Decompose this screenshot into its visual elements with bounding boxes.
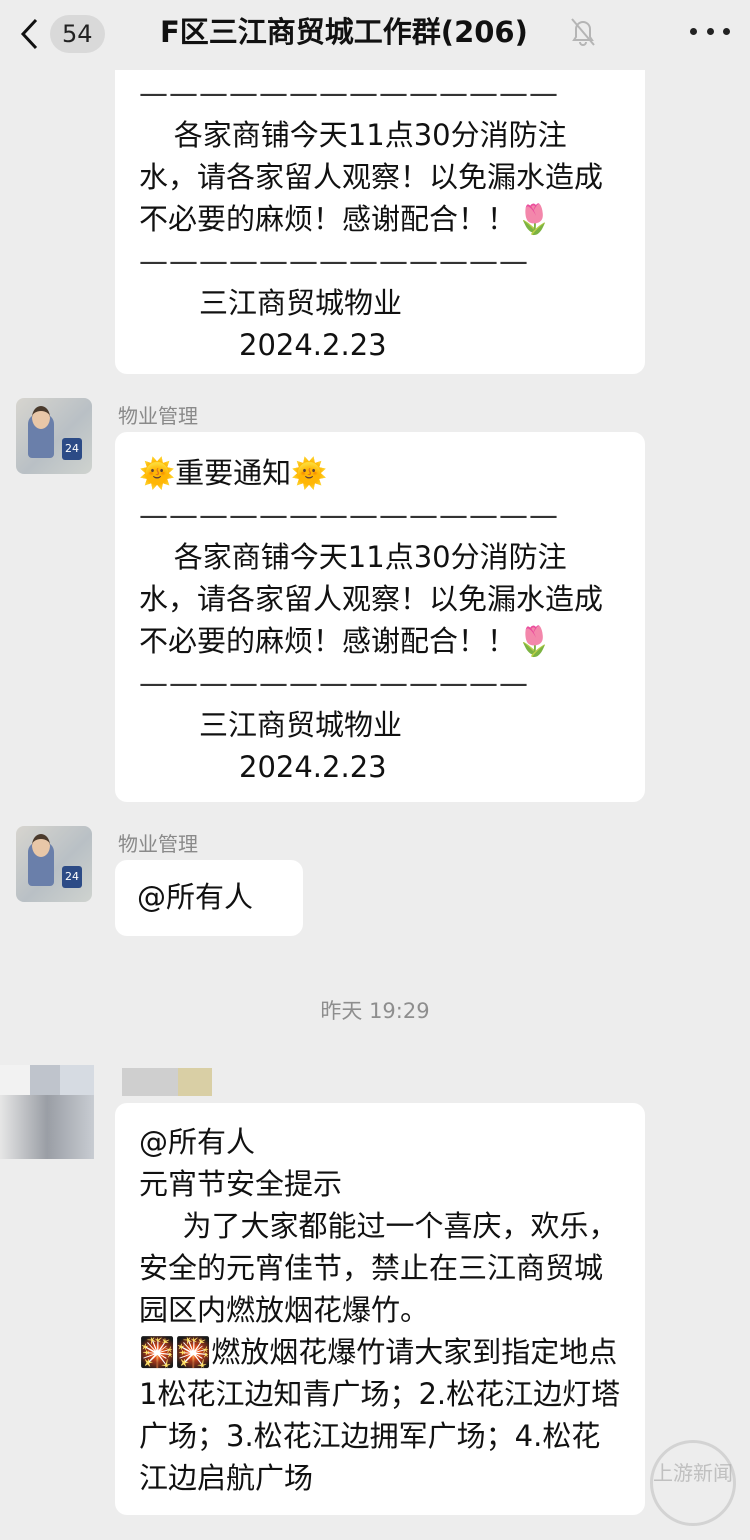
divider-line: ——————————————	[139, 498, 559, 532]
back-arrow-icon	[20, 18, 38, 50]
sender-name: 物业管理	[118, 832, 198, 856]
back-button[interactable]: 54	[18, 14, 113, 54]
signature-org: 三江商贸城物业	[199, 286, 403, 320]
sender-name: 物业管理	[118, 404, 198, 428]
avatar[interactable]: 24	[16, 398, 92, 474]
message-text: 🎇🎇燃放烟花爆竹请大家到指定地点1松花江边知青广场；2.松花江边灯塔广场；3.松…	[139, 1335, 621, 1495]
divider-line: —————————————	[139, 666, 529, 700]
message-text: 为了大家都能过一个喜庆，欢乐，安全的元宵佳节，禁止在三江商贸城园区内燃放烟花爆竹…	[139, 1209, 618, 1327]
message-text: @所有人	[137, 880, 254, 914]
message-text: 各家商铺今天11点30分消防注水，请各家留人观察！以免漏水造成不必要的麻烦！感谢…	[139, 118, 604, 236]
message-text: 各家商铺今天11点30分消防注水，请各家留人观察！以免漏水造成不必要的麻烦！感谢…	[139, 540, 604, 658]
more-options-icon[interactable]	[690, 16, 730, 46]
unread-count-badge: 54	[50, 15, 105, 53]
divider-line: ——————————————	[139, 76, 559, 110]
chat-title: F区三江商贸城工作群(206)	[160, 15, 528, 49]
mute-bell-icon	[571, 18, 595, 46]
sender-name	[122, 1068, 212, 1096]
timestamp: 昨天 19:29	[320, 999, 430, 1023]
message-text: 元宵节安全提示	[139, 1167, 343, 1201]
avatar[interactable]: 24	[16, 826, 92, 902]
message-heading: 🌞重要通知🌞	[139, 456, 328, 490]
message-bubble[interactable]: —————————————— 各家商铺今天11点30分消防注水，请各家留人观察！…	[115, 50, 645, 374]
message-bubble[interactable]: @所有人 元宵节安全提示 为了大家都能过一个喜庆，欢乐，安全的元宵佳节，禁止在三…	[115, 1103, 645, 1515]
signature-date: 2024.2.23	[239, 750, 387, 784]
chat-header: 54 F区三江商贸城工作群(206)	[0, 0, 750, 70]
message-bubble[interactable]: 🌞重要通知🌞 —————————————— 各家商铺今天11点30分消防注水，请…	[115, 432, 645, 802]
message-text: @所有人	[139, 1125, 256, 1159]
divider-line: —————————————	[139, 244, 529, 278]
signature-date: 2024.2.23	[239, 328, 387, 362]
avatar[interactable]	[0, 1065, 94, 1159]
message-bubble[interactable]: @所有人	[115, 860, 303, 936]
watermark-logo: 上游新闻	[650, 1440, 736, 1526]
signature-org: 三江商贸城物业	[199, 708, 403, 742]
